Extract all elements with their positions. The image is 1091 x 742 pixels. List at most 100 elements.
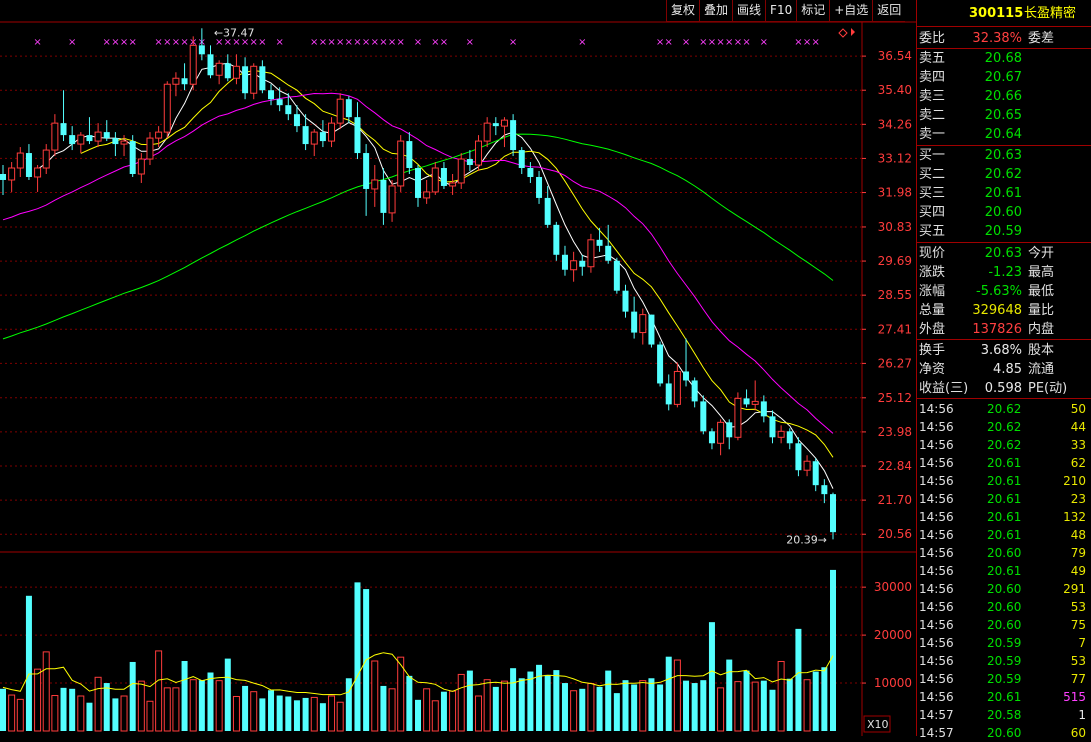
candle-body — [34, 167, 42, 178]
volume-bar — [743, 670, 750, 731]
ma5-line — [37, 62, 834, 489]
cross-marker: × — [682, 37, 690, 48]
tick-time: 14:56 — [919, 618, 954, 632]
toolbar-button-3[interactable]: F10 — [765, 0, 797, 22]
candle-body — [466, 159, 473, 166]
kline-chart[interactable]: 36.54 35.40 34.26 33.12 31.98 30.83 29.69 28.55… — [0, 0, 916, 736]
candle-body — [397, 140, 405, 187]
volume-bar — [673, 659, 681, 732]
ask-row: 卖二 20.65 — [917, 106, 1091, 125]
row-label: 卖四 — [919, 70, 946, 85]
volume-bar — [423, 688, 431, 732]
price-tick-label: 22.84 — [878, 459, 912, 473]
toolbar-button-6[interactable]: 返回 — [872, 0, 906, 22]
volume-bar — [215, 680, 223, 732]
volume-bar — [242, 685, 249, 731]
candle-body — [25, 153, 32, 177]
cross-marker: × — [440, 37, 448, 48]
candle-body — [112, 138, 119, 145]
tick-time: 14:56 — [919, 600, 954, 614]
volume-bar — [466, 670, 473, 731]
row-label: 总量 — [919, 303, 946, 318]
tick-volume: 23 — [1070, 492, 1086, 506]
stats-row: 净资 4.85 流通 — [917, 360, 1091, 379]
volume-bar — [587, 683, 595, 732]
volume-bar — [0, 688, 6, 731]
cross-marker: × — [180, 37, 188, 48]
row-value: 20.63 — [984, 148, 1022, 163]
candle-body — [415, 168, 421, 198]
toolbar-button-0[interactable]: 复权 — [666, 0, 700, 22]
candle-body — [596, 239, 603, 246]
volume-bar — [544, 674, 551, 731]
candle-body — [821, 485, 828, 495]
volume-bar — [553, 670, 560, 731]
cross-marker: × — [725, 37, 733, 48]
candle-body — [673, 370, 681, 405]
volume-bar — [483, 679, 491, 732]
cross-marker: × — [172, 37, 180, 48]
cross-marker: × — [414, 37, 422, 48]
row-label-2: 流通 — [1028, 362, 1055, 377]
tick-time: 14:56 — [919, 456, 954, 470]
row-label: 卖五 — [919, 51, 946, 66]
candle-body — [310, 131, 318, 145]
candle-body — [146, 137, 154, 160]
toolbar-button-5[interactable]: +自选 — [829, 0, 873, 22]
toolbar-button-2[interactable]: 画线 — [732, 0, 766, 22]
tick-time: 14:57 — [919, 708, 954, 722]
candle-body — [751, 400, 759, 405]
candle-body — [354, 117, 361, 154]
tick-volume: 49 — [1070, 564, 1086, 578]
candle-body — [760, 401, 767, 417]
toolbar-button-4[interactable]: 标记 — [796, 0, 830, 22]
row-label: 换手 — [919, 343, 946, 358]
stock-header: 300115 长盈精密 — [917, 4, 1091, 23]
tick-price: 20.59 — [987, 672, 1022, 686]
volume-unit-label: X10 — [867, 718, 889, 731]
row-value: 20.64 — [984, 127, 1022, 142]
price-tick-label: 30.83 — [878, 220, 912, 234]
volume-bar — [631, 684, 638, 731]
toolbar-button-1[interactable]: 叠加 — [699, 0, 733, 22]
tick-price: 20.61 — [987, 690, 1022, 704]
candle-body — [345, 99, 352, 118]
panel-separator — [917, 26, 1091, 27]
row-label: 现价 — [919, 246, 946, 261]
volume-ma-line — [2, 652, 834, 696]
candle-body — [700, 401, 707, 432]
row-value: 20.68 — [984, 51, 1022, 66]
tick-row: 14:56 20.61 132 — [917, 508, 1091, 526]
volume-bar — [415, 699, 421, 731]
tick-row: 14:56 20.61 49 — [917, 562, 1091, 580]
row-label-2: 最低 — [1028, 284, 1055, 299]
candle-body — [622, 290, 629, 312]
tick-row: 14:56 20.59 77 — [917, 670, 1091, 688]
bid-row: 买三 20.61 — [917, 184, 1091, 203]
volume-bar — [328, 695, 336, 732]
volume-bar — [51, 695, 59, 732]
candle-body — [60, 123, 67, 136]
tick-time: 14:56 — [919, 672, 954, 686]
candle-body — [734, 397, 742, 438]
bid-row: 买四 20.60 — [917, 203, 1091, 222]
candle-body — [440, 168, 447, 186]
candle-body — [16, 152, 24, 169]
tick-price: 20.59 — [987, 636, 1022, 650]
tick-volume: 33 — [1070, 438, 1086, 452]
tick-volume: 132 — [1063, 510, 1086, 524]
candle-body — [665, 383, 672, 405]
volume-bar — [69, 688, 76, 731]
candle-body — [726, 422, 733, 438]
tick-time: 14:56 — [919, 510, 954, 524]
candle-body — [406, 141, 413, 169]
volume-bar — [570, 690, 578, 732]
volume-bar — [803, 679, 811, 732]
tick-row: 14:56 20.62 50 — [917, 400, 1091, 418]
candle-body — [198, 45, 205, 55]
row-value: 32.38% — [972, 31, 1022, 46]
candle-body — [527, 168, 534, 177]
row-value: 137826 — [972, 322, 1022, 337]
tick-row: 14:56 20.59 53 — [917, 652, 1091, 670]
candle-body — [0, 173, 6, 180]
